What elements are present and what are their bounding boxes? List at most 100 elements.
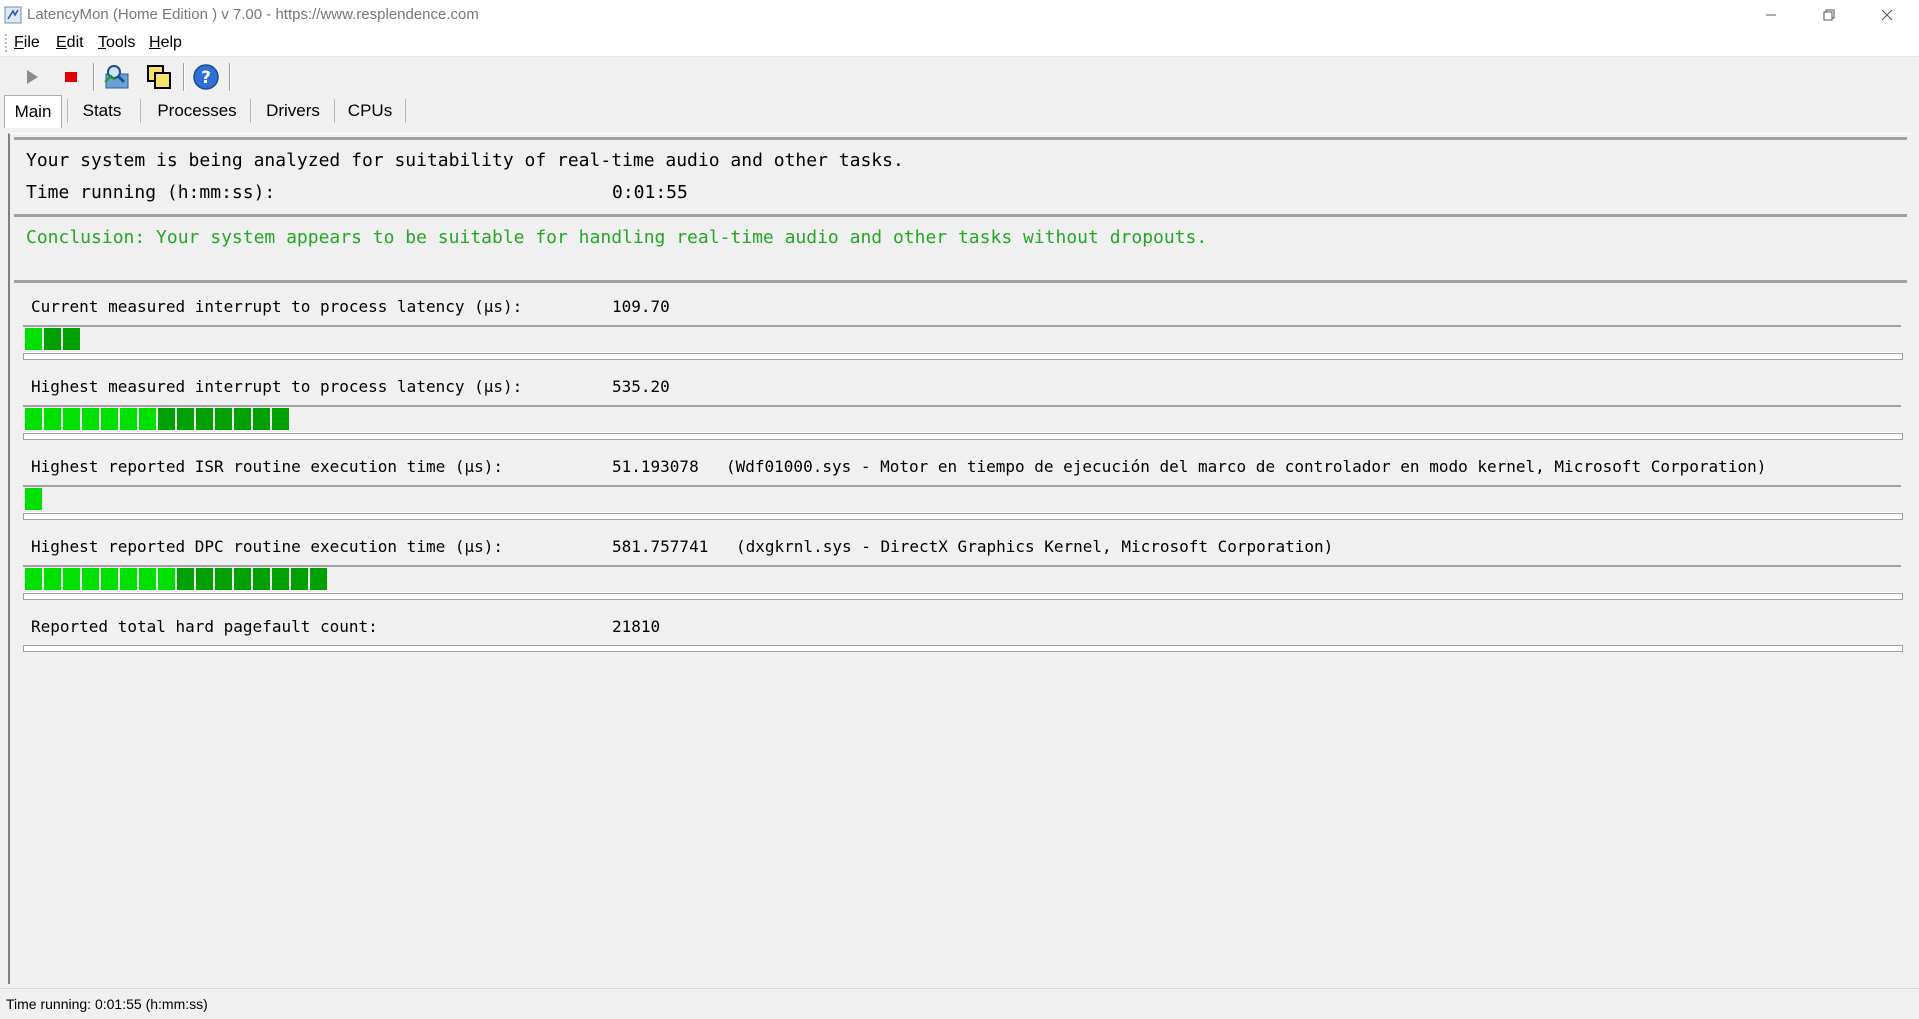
tab-separator: [334, 99, 335, 123]
latency-meter: [23, 405, 1901, 433]
tab-separator: [250, 99, 251, 123]
meter-track: [23, 353, 1903, 360]
meter-segment: [272, 408, 289, 430]
meter-segment: [120, 568, 137, 590]
close-button[interactable]: [1858, 0, 1916, 30]
conclusion-text: Conclusion: Your system appears to be su…: [26, 227, 1208, 248]
metric-label: Highest reported ISR routine execution t…: [31, 457, 504, 476]
svg-text:?: ?: [201, 68, 211, 88]
metric-value: 581.757741: [612, 537, 709, 556]
meter-segment: [215, 568, 232, 590]
meter-segment: [63, 568, 80, 590]
tab-processes[interactable]: Processes: [147, 97, 247, 125]
stop-button[interactable]: [55, 61, 87, 93]
menu-tools[interactable]: Tools: [98, 34, 135, 52]
metric-label: Highest measured interrupt to process la…: [31, 377, 523, 396]
meter-segment: [158, 408, 175, 430]
menu-help[interactable]: Help: [149, 34, 182, 52]
meter-segment: [253, 568, 270, 590]
meter-segment: [158, 568, 175, 590]
stop-icon: [65, 72, 77, 82]
metric-value: 535.20: [612, 377, 670, 396]
meter-segment: [291, 568, 308, 590]
start-button[interactable]: [16, 61, 48, 93]
meter-segment: [25, 328, 42, 350]
restore-icon: [1823, 9, 1835, 21]
metric-driver-info: (Wdf01000.sys - Motor en tiempo de ejecu…: [726, 457, 1767, 476]
restore-button[interactable]: [1800, 0, 1858, 30]
meter-segment: [44, 328, 61, 350]
play-icon: [27, 70, 38, 84]
metric-value: 51.193078: [612, 457, 699, 476]
help-icon: ?: [193, 64, 219, 90]
latency-meter: [23, 485, 1901, 513]
meter-segment: [234, 408, 251, 430]
copy-icon: [147, 65, 171, 89]
main-panel: Your system is being analyzed for suitab…: [8, 133, 1911, 984]
meter-track: [23, 593, 1903, 600]
app-icon: [4, 6, 22, 24]
tab-drivers[interactable]: Drivers: [256, 97, 330, 125]
toolbar-separator: [229, 63, 231, 91]
meter-fill: [25, 488, 42, 510]
toolbar: ?: [0, 57, 1919, 97]
tab-main[interactable]: Main: [4, 95, 62, 128]
toolbar-separator: [93, 63, 95, 91]
help-button[interactable]: ?: [190, 61, 222, 93]
meter-segment: [25, 488, 42, 510]
metric-value: 21810: [612, 617, 661, 636]
conclusion-group: Conclusion: Your system appears to be su…: [14, 214, 1907, 280]
meter-segment: [253, 408, 270, 430]
window-title: LatencyMon (Home Edition ) v 7.00 - http…: [27, 6, 479, 23]
metric-label: Current measured interrupt to process la…: [31, 297, 523, 316]
time-running-label: Time running (h:mm:ss):: [26, 182, 276, 203]
copy-button[interactable]: [143, 61, 175, 93]
latency-meter: [23, 565, 1901, 593]
close-icon: [1881, 9, 1893, 21]
meter-track: [23, 433, 1903, 440]
tab-strip: Main Stats Processes Drivers CPUs: [0, 95, 1919, 129]
meter-segment: [310, 568, 327, 590]
meter-track: [23, 513, 1903, 520]
meter-segment: [44, 408, 61, 430]
menu-file[interactable]: File: [14, 34, 40, 52]
analyze-button[interactable]: [101, 61, 133, 93]
menu-edit[interactable]: Edit: [56, 34, 84, 52]
minimize-button[interactable]: [1742, 0, 1800, 30]
minimize-icon: [1766, 14, 1776, 16]
meter-segment: [234, 568, 251, 590]
meter-segment: [63, 408, 80, 430]
time-running-value: 0:01:55: [612, 182, 688, 203]
meter-segment: [82, 568, 99, 590]
meter-segment: [82, 408, 99, 430]
analysis-status-text: Your system is being analyzed for suitab…: [26, 150, 904, 171]
tab-stats[interactable]: Stats: [74, 97, 130, 125]
metric-label: Highest reported DPC routine execution t…: [31, 537, 504, 556]
status-bar: Time running: 0:01:55 (h:mm:ss): [0, 988, 1919, 1019]
meter-segment: [101, 408, 118, 430]
metric-value: 109.70: [612, 297, 670, 316]
meter-segment: [139, 408, 156, 430]
tab-cpus[interactable]: CPUs: [340, 97, 400, 125]
metrics-group: Current measured interrupt to process la…: [14, 280, 1907, 683]
meter-segment: [101, 568, 118, 590]
meter-segment: [63, 328, 80, 350]
tab-separator: [67, 99, 68, 123]
menu-bar: File Edit Tools Help: [0, 30, 1919, 57]
toolbar-separator: [183, 63, 185, 91]
menu-grip: [5, 34, 9, 52]
meter-segment: [25, 408, 42, 430]
title-bar: LatencyMon (Home Edition ) v 7.00 - http…: [0, 0, 1919, 30]
analyze-icon: [104, 65, 129, 89]
meter-segment: [196, 408, 213, 430]
meter-fill: [25, 568, 327, 590]
analysis-status-group: Your system is being analyzed for suitab…: [14, 137, 1907, 205]
meter-segment: [215, 408, 232, 430]
meter-segment: [196, 568, 213, 590]
tab-separator: [140, 99, 141, 123]
latency-meter: [23, 325, 1901, 353]
tab-separator: [405, 99, 406, 123]
meter-segment: [120, 408, 137, 430]
status-bar-text: Time running: 0:01:55 (h:mm:ss): [6, 996, 208, 1012]
meter-fill: [25, 408, 289, 430]
